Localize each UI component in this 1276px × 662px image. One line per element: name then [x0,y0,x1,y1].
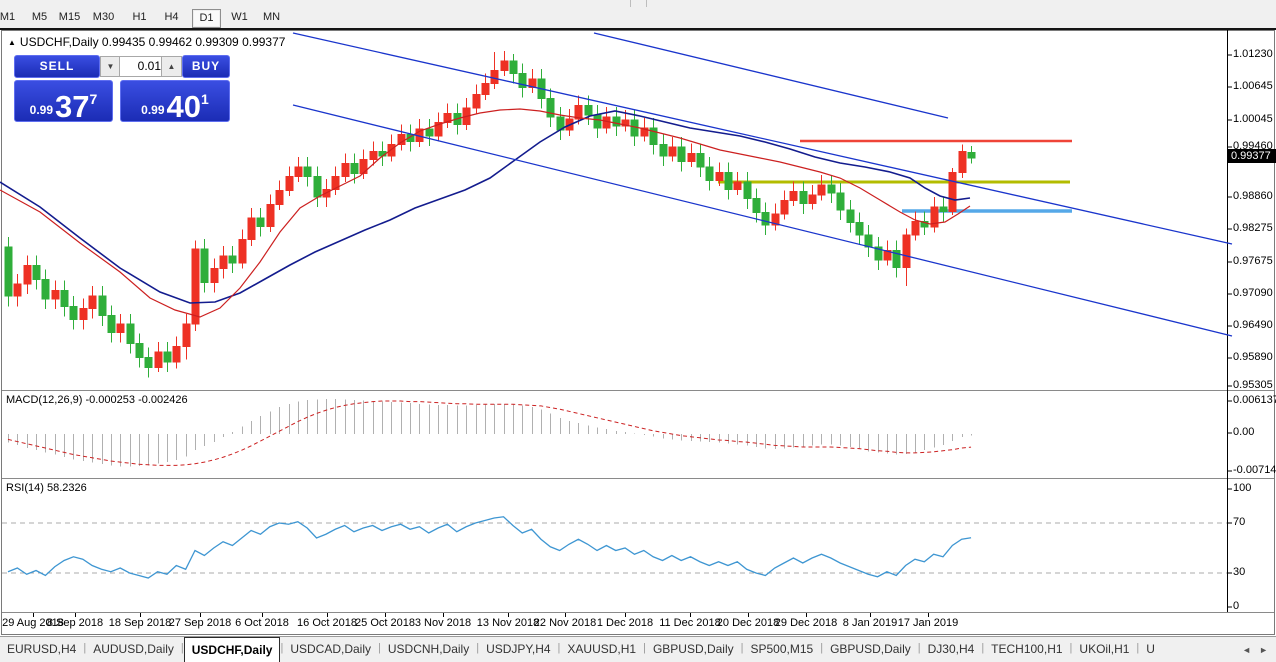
macd-axis-label: -0.007142 [1233,464,1276,476]
date-axis-label: 20 Dec 2018 [717,617,779,629]
rsi-label: RSI(14) 58.2326 [6,482,87,494]
chart-tab-xauusd-h1[interactable]: XAUUSD,H1 [560,637,643,662]
chart-tab-usdjpy-h4[interactable]: USDJPY,H4 [479,637,557,662]
volume-increase-button[interactable]: ▲ [161,56,182,77]
one-click-trading-panel: SELL ▼ 0.01 ▲ BUY 0.99 37 7 0.99 40 1 [14,55,228,120]
timeframe-button-h1[interactable]: H1 [126,9,153,26]
timeframe-button-m15[interactable]: M15 [56,9,83,26]
date-axis-label: 6 Oct 2018 [235,617,289,629]
buy-price-sup: 1 [201,91,209,107]
chart-tab-usdcnh-daily[interactable]: USDCNH,Daily [381,637,476,662]
sell-price-display[interactable]: 0.99 37 7 [14,80,113,122]
chart-tab-tech100-h1[interactable]: TECH100,H1 [984,637,1069,662]
rsi-axis-label: 100 [1233,482,1251,494]
date-axis-label: 17 Jan 2019 [898,617,959,629]
rsi-axis-label: 70 [1233,516,1245,528]
rsi-axis-label: 0 [1233,600,1239,612]
date-axis-label: 8 Jan 2019 [843,617,897,629]
price-axis-label: 1.01230 [1233,48,1273,60]
current-price-tag: 0.99377 [1228,149,1276,163]
chart-tab-dj30-h4[interactable]: DJ30,H4 [921,637,982,662]
mt4-terminal: M1M5M15M30H1H4D1W1MN ▲USDCHF,Daily 0.994… [0,0,1276,662]
macd-axis-label: 0.006137 [1233,394,1276,406]
price-axis-label: 0.98860 [1233,190,1273,202]
sell-button[interactable]: SELL [14,55,100,78]
toolbar-separator [630,0,631,7]
date-axis-label: 1 Dec 2018 [597,617,653,629]
timeframe-button-m5[interactable]: M5 [26,9,53,26]
chart-tab-usdchf-daily[interactable]: USDCHF,Daily [184,637,281,662]
volume-decrease-button[interactable]: ▼ [100,56,121,77]
price-axis-label: 0.96490 [1233,319,1273,331]
volume-input[interactable]: 0.01 [119,56,167,77]
tab-scroll-left-icon[interactable]: ◄ [1242,645,1251,655]
chart-tab-audusd-daily[interactable]: AUDUSD,Daily [86,637,181,662]
toolbar-separator [646,0,647,7]
chart-tab-ukoil-h1[interactable]: UKOil,H1 [1072,637,1136,662]
price-axis-label: 0.97090 [1233,287,1273,299]
macd-label: MACD(12,26,9) -0.000253 -0.002426 [6,394,188,406]
chart-header: ▲ USDCHF,Daily 0.99435 0.99462 0.99309 0.… [8,35,285,49]
chart-tab-eurusd-h4[interactable]: EURUSD,H4 [0,637,83,662]
date-axis-label: 16 Oct 2018 [297,617,357,629]
price-axis-label: 0.98275 [1233,222,1273,234]
tab-scroll-nav: ◄► [1242,637,1276,662]
chart-tab-usdcad-daily[interactable]: USDCAD,Daily [283,637,378,662]
price-axis-label: 0.97675 [1233,255,1273,267]
date-axis-label: 29 Dec 2018 [775,617,837,629]
chart-tab-u[interactable]: U [1139,637,1162,662]
buy-price-big: 40 [167,92,201,121]
timeframe-button-m1[interactable]: M1 [0,9,21,26]
timeframe-button-m30[interactable]: M30 [90,9,117,26]
date-axis-label: 18 Sep 2018 [109,617,171,629]
chart-tab-gbpusd-daily[interactable]: GBPUSD,Daily [823,637,918,662]
price-axis-label: 1.00645 [1233,80,1273,92]
timeframe-toolbar: M1 M5M15 M30 H1 H4 D1 W1 MN [0,8,1276,28]
price-axis-label: 1.00045 [1233,113,1273,125]
timeframe-button-d1[interactable]: D1 [192,9,221,28]
symbol-ohlc-text: USDCHF,Daily 0.99435 0.99462 0.99309 0.9… [20,35,286,49]
timeframe-button-mn[interactable]: MN [258,9,285,26]
sell-price-sup: 7 [90,91,98,107]
date-axis-label: 27 Sep 2018 [169,617,231,629]
date-axis-label: 25 Oct 2018 [355,617,415,629]
tab-scroll-right-icon[interactable]: ► [1259,645,1268,655]
price-axis-label: 0.95890 [1233,351,1273,363]
collapse-triangle-icon[interactable]: ▲ [8,38,16,47]
sell-price-small: 0.99 [30,103,53,117]
rsi-axis-label: 30 [1233,566,1245,578]
date-axis-label: 22 Nov 2018 [534,617,596,629]
timeframe-button-h4[interactable]: H4 [158,9,185,26]
buy-price-small: 0.99 [141,103,164,117]
buy-price-display[interactable]: 0.99 40 1 [120,80,230,122]
date-axis-label: 11 Dec 2018 [659,617,721,629]
buy-button[interactable]: BUY [182,55,230,78]
chart-tab-gbpusd-daily[interactable]: GBPUSD,Daily [646,637,741,662]
macd-axis-label: 0.00 [1233,426,1254,438]
sell-price-big: 37 [55,92,89,121]
price-axis-label: 0.95305 [1233,379,1273,391]
timeframe-button-w1[interactable]: W1 [226,9,253,26]
date-axis-label: 13 Nov 2018 [477,617,539,629]
date-axis-label: 8 Sep 2018 [47,617,103,629]
chart-tab-bar: EURUSD,H4|AUDUSD,Daily|USDCHF,Daily|USDC… [0,636,1276,662]
date-axis-label: 3 Nov 2018 [415,617,471,629]
chart-tab-sp500-m15[interactable]: SP500,M15 [744,637,821,662]
